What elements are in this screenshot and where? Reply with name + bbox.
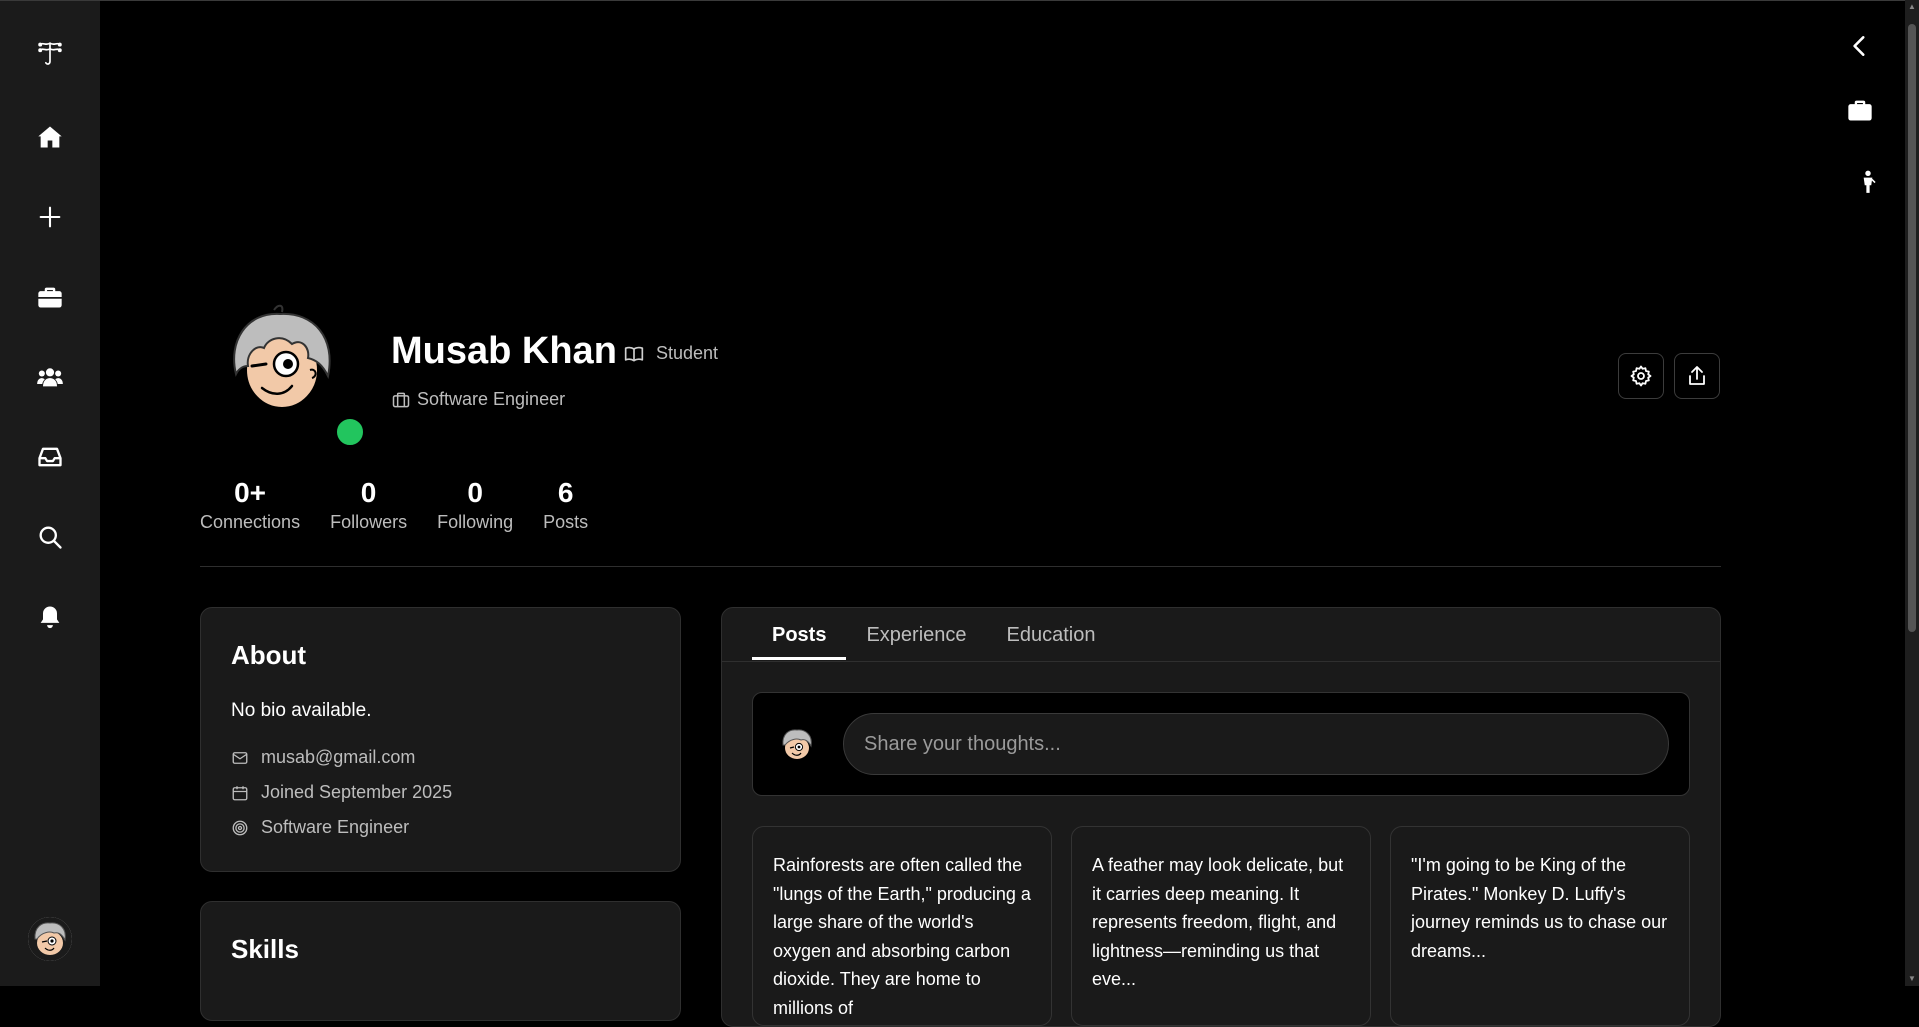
- bell-icon[interactable]: [26, 593, 74, 641]
- post-card[interactable]: Rainforests are often called the "lungs …: [752, 826, 1052, 1026]
- profile-title: Software Engineer: [391, 389, 565, 410]
- post-card[interactable]: A feather may look delicate, but it carr…: [1071, 826, 1371, 1026]
- stat-connections[interactable]: 0+ Connections: [200, 476, 300, 533]
- calendar-icon: [232, 785, 248, 800]
- stat-label: Followers: [330, 512, 408, 532]
- stat-label: Following: [437, 512, 514, 532]
- profile-title-label: Software Engineer: [417, 389, 566, 409]
- stat-label: Connections: [200, 512, 301, 532]
- share-thoughts-input[interactable]: [843, 713, 1669, 775]
- left-sidebar: [0, 1, 100, 986]
- about-heading: About: [231, 640, 307, 670]
- about-joined: Joined September 2025: [231, 782, 452, 803]
- stat-value: 6: [557, 477, 574, 508]
- stat-value: 0: [360, 477, 377, 508]
- scrollbar[interactable]: ▲ ▼: [1905, 0, 1919, 986]
- home-icon[interactable]: [26, 113, 74, 161]
- stat-label: Posts: [543, 512, 589, 532]
- logo-icon[interactable]: [26, 29, 74, 77]
- user-avatar[interactable]: [28, 917, 72, 961]
- settings-button[interactable]: [1618, 353, 1664, 399]
- chevron-left-icon[interactable]: [1844, 30, 1876, 62]
- stat-followers[interactable]: 0 Followers: [330, 476, 407, 533]
- profile-role: Student: [624, 343, 718, 364]
- tab-education[interactable]: Education: [987, 608, 1116, 660]
- profile-avatar: [222, 304, 342, 424]
- person-icon[interactable]: [1852, 166, 1884, 198]
- stat-following[interactable]: 0 Following: [437, 476, 513, 533]
- tabs-divider: [722, 661, 1720, 662]
- stat-posts[interactable]: 6 Posts: [543, 476, 588, 533]
- share-icon: [1689, 366, 1705, 385]
- section-divider: [200, 566, 1721, 567]
- gear-icon: [1630, 365, 1652, 387]
- scrollbar-thumb[interactable]: [1908, 24, 1916, 632]
- profile-tabs: Posts Experience Education: [752, 608, 1116, 660]
- about-occupation-text: Software Engineer: [261, 817, 410, 837]
- post-card[interactable]: "I'm going to be King of the Pirates." M…: [1390, 826, 1690, 1026]
- about-joined-text: Joined September 2025: [261, 782, 453, 802]
- tab-posts[interactable]: Posts: [752, 608, 847, 660]
- post-composer: [752, 692, 1690, 796]
- about-bio: No bio available.: [231, 700, 372, 721]
- about-card: About No bio available. musab@gmail.com …: [200, 607, 681, 872]
- inbox-icon[interactable]: [26, 433, 74, 481]
- scroll-down-icon[interactable]: ▼: [1908, 975, 1916, 983]
- profile-stats: 0+ Connections 0 Followers 0 Following 6…: [200, 476, 588, 533]
- book-open-icon: [624, 346, 644, 361]
- online-status-indicator: [334, 416, 366, 448]
- scroll-up-icon[interactable]: ▲: [1908, 3, 1916, 11]
- skills-heading: Skills: [231, 934, 299, 964]
- stat-value: 0: [467, 477, 483, 508]
- skills-card: Skills: [200, 901, 681, 1021]
- plus-icon[interactable]: [26, 193, 74, 241]
- search-icon[interactable]: [26, 513, 74, 561]
- briefcase-icon[interactable]: [1844, 94, 1876, 126]
- about-occupation: Software Engineer: [231, 817, 409, 838]
- tab-experience[interactable]: Experience: [846, 608, 986, 660]
- mail-icon: [232, 751, 248, 764]
- top-border: [0, 0, 1919, 1]
- briefcase-icon[interactable]: [26, 273, 74, 321]
- about-email: musab@gmail.com: [231, 747, 415, 768]
- stat-value: 0+: [234, 477, 266, 508]
- profile-role-label: Student: [656, 343, 719, 363]
- about-email-text: musab@gmail.com: [261, 747, 416, 767]
- content-panel: Posts Experience Education Rainforests a…: [721, 607, 1721, 1027]
- share-button[interactable]: [1674, 353, 1720, 399]
- briefcase-outline-icon: [392, 392, 410, 407]
- users-icon[interactable]: [26, 353, 74, 401]
- composer-avatar: [777, 725, 817, 765]
- target-icon: [232, 820, 248, 835]
- profile-name: Musab Khan: [391, 330, 617, 372]
